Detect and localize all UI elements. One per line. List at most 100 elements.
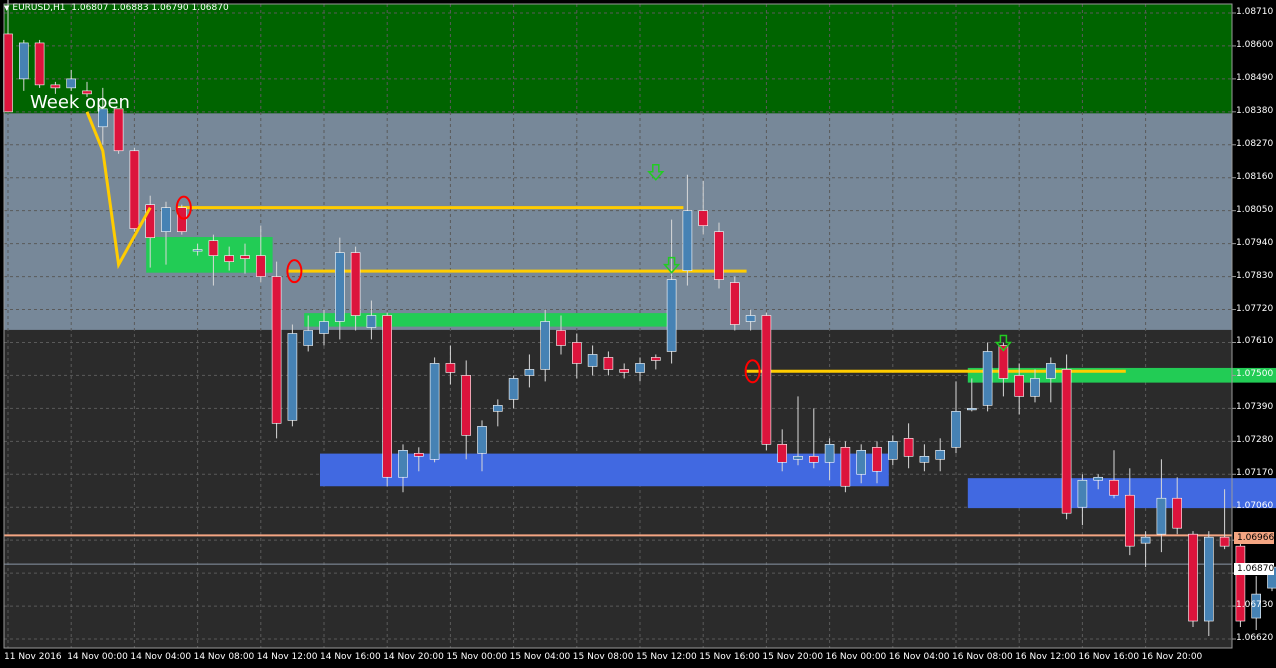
- candle-body: [840, 447, 851, 487]
- candle-body: [492, 405, 503, 412]
- plot-area[interactable]: [0, 0, 1276, 668]
- price-axis-label: 1.08380: [1236, 105, 1274, 116]
- price-axis-label: 1.08050: [1236, 204, 1274, 215]
- candle-body: [287, 333, 298, 421]
- candle-body: [334, 252, 345, 322]
- candle-body: [1093, 476, 1103, 481]
- candle-body: [224, 255, 234, 262]
- candle-body: [1219, 536, 1230, 547]
- time-axis-label: 15 Nov 04:00: [509, 652, 571, 662]
- demand-zone-blue-right: [967, 478, 1276, 509]
- candle-body: [240, 255, 250, 259]
- candle-body: [808, 455, 819, 463]
- candle-body: [208, 240, 219, 256]
- candle-body: [903, 438, 914, 457]
- candle-body: [1156, 497, 1167, 535]
- price-axis-label: 1.07830: [1236, 270, 1274, 281]
- candle-body: [429, 363, 440, 460]
- time-axis-label: 14 Nov 20:00: [383, 652, 444, 662]
- candle-body: [350, 252, 361, 316]
- candle-body: [508, 378, 519, 400]
- candle-body: [729, 282, 740, 325]
- candle-body: [1172, 497, 1182, 529]
- price-axis-label: 1.06620: [1236, 633, 1274, 643]
- candle-body: [1140, 536, 1151, 544]
- candle-body: [856, 450, 867, 475]
- candle-body: [540, 321, 551, 370]
- candle-body: [3, 33, 13, 113]
- candle-body: [303, 330, 314, 346]
- candle-body: [571, 342, 582, 364]
- candle-body: [50, 84, 61, 89]
- candle-body: [777, 444, 788, 463]
- candle-body: [666, 279, 677, 352]
- candle-body: [129, 150, 140, 229]
- candle-body: [34, 42, 45, 86]
- price-axis-label: 1.07170: [1236, 468, 1274, 479]
- gray-range-zone: [4, 113, 1232, 330]
- candle-body: [319, 321, 329, 334]
- price-axis-label: 1.07720: [1236, 303, 1274, 314]
- candle-body: [635, 363, 645, 373]
- candle-body: [413, 453, 424, 457]
- candle-body: [1046, 363, 1056, 379]
- candle-body: [824, 444, 835, 463]
- week-open-label: Week open: [30, 92, 130, 113]
- time-axis-label: 16 Nov 20:00: [1141, 652, 1203, 662]
- time-axis-label: 15 Nov 00:00: [446, 652, 508, 662]
- time-axis-label: 14 Nov 00:00: [67, 652, 128, 662]
- level-price-tag: 1.06966: [1234, 532, 1274, 544]
- candle-body: [556, 330, 566, 346]
- candle-body: [745, 315, 756, 322]
- candle-body: [1109, 479, 1119, 496]
- candle-body: [1077, 479, 1088, 508]
- candle-body: [161, 207, 171, 232]
- symbol-name: EURUSD,H1: [12, 3, 66, 13]
- chart-window[interactable]: ▼ EURUSD,H1 1.06807 1.06883 1.06790 1.068…: [0, 0, 1276, 668]
- candle-body: [1030, 378, 1040, 397]
- time-axis-label: 14 Nov 04:00: [130, 652, 192, 662]
- chevron-down-icon[interactable]: ▼: [4, 4, 9, 12]
- candle-body: [619, 369, 630, 373]
- candle-body: [982, 351, 993, 406]
- candle-body: [935, 450, 946, 460]
- candle-body: [682, 210, 693, 271]
- candle-body: [650, 357, 661, 361]
- price-axis-label: 1.08600: [1236, 39, 1274, 50]
- candle-body: [366, 315, 377, 328]
- candle-body: [113, 108, 124, 152]
- price-axis-label: 1.07390: [1236, 402, 1274, 413]
- last-price-tag: 1.06870: [1234, 563, 1274, 575]
- candle-body: [1061, 369, 1072, 514]
- price-axis-label: 1.08710: [1236, 6, 1274, 17]
- time-axis-label: 14 Nov 12:00: [256, 652, 318, 662]
- candle-body: [445, 363, 456, 373]
- candle-body: [698, 210, 709, 226]
- candle-body: [714, 231, 724, 280]
- price-axis-label: 1.07610: [1236, 336, 1274, 347]
- candle-body: [793, 455, 803, 460]
- candle-body: [477, 426, 487, 454]
- time-axis-label: 16 Nov 04:00: [888, 652, 950, 662]
- price-axis-label: 1.08160: [1236, 171, 1274, 182]
- candle-body: [1188, 533, 1198, 622]
- price-axis-label: 1.06730: [1236, 600, 1274, 611]
- candle-body: [255, 255, 266, 277]
- candle-body: [1014, 375, 1025, 397]
- candle-body: [872, 447, 882, 472]
- time-axis-label: 16 Nov 16:00: [1078, 652, 1140, 662]
- time-axis-label: 16 Nov 12:00: [1015, 652, 1076, 662]
- candle-body: [1204, 536, 1214, 622]
- price-axis-label: 1.07060: [1236, 501, 1274, 512]
- candle-body: [398, 450, 408, 478]
- candle-body: [887, 441, 898, 460]
- time-axis-label: 16 Nov 00:00: [825, 652, 887, 662]
- time-axis-label: 11 Nov 2016: [4, 652, 62, 662]
- candle-body: [587, 354, 598, 367]
- time-axis-label: 15 Nov 16:00: [699, 652, 760, 662]
- price-axis-label: 1.07280: [1236, 435, 1274, 446]
- candle-body: [951, 411, 961, 448]
- candle-body: [603, 357, 614, 370]
- candle-body: [66, 78, 76, 89]
- candle-body: [461, 375, 472, 436]
